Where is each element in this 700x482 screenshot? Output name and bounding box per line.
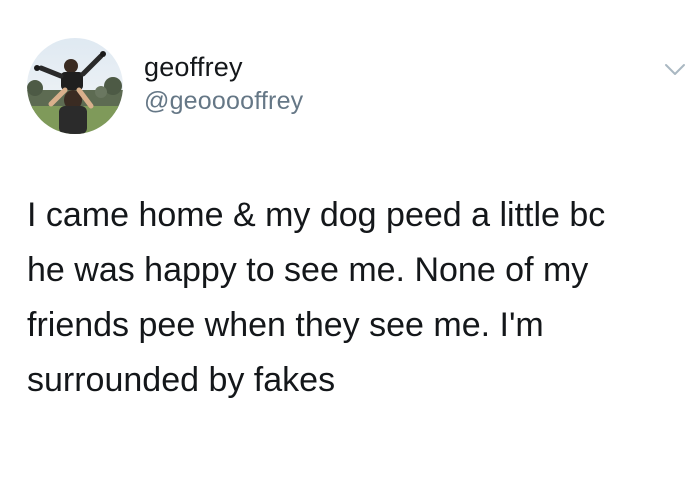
chevron-down-icon[interactable] [664, 62, 686, 78]
avatar[interactable] [27, 38, 123, 134]
tweet-text-line: I came home & my dog peed a little bc [27, 196, 606, 234]
user-handle[interactable]: @geooooffrey [144, 86, 303, 116]
tweet-text-line: friends pee when they see me. I'm [27, 306, 544, 344]
tweet-text-line: he was happy to see me. None of my [27, 251, 589, 289]
tweet-card: geoffrey @geooooffrey I came home & my d… [0, 0, 700, 482]
profile-photo-avatar [27, 38, 123, 134]
tweet-text-line: surrounded by fakes [27, 361, 336, 399]
tweet-text: I came home & my dog peed a little bc he… [27, 188, 677, 408]
display-name[interactable]: geoffrey [144, 51, 243, 83]
